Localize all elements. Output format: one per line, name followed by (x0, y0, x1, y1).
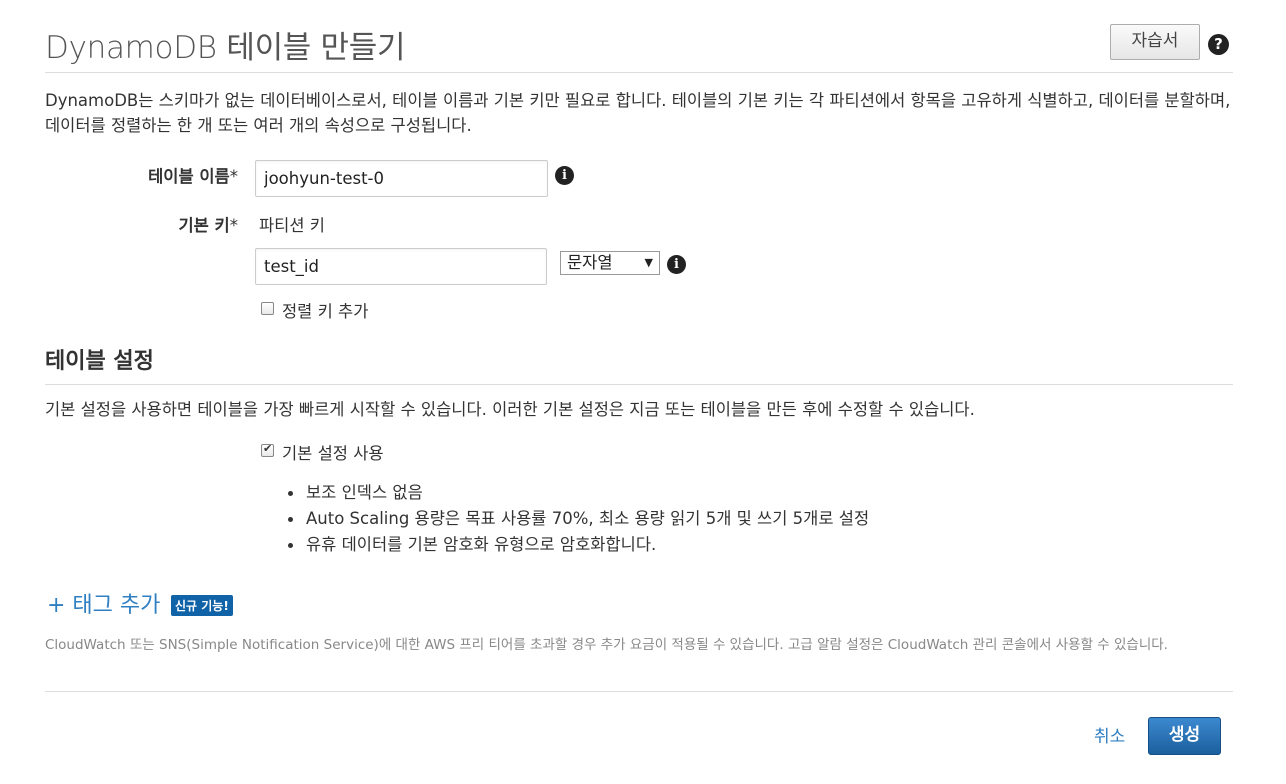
table-name-input[interactable] (255, 160, 548, 197)
intro-description: DynamoDB는 스키마가 없는 데이터베이스로서, 테이블 이름과 기본 키… (45, 91, 1231, 135)
partition-key-type-select[interactable]: 문자열 ▼ (560, 251, 660, 275)
table-settings-title: 테이블 설정 (45, 349, 154, 374)
partition-key-label: 파티션 키 (259, 216, 325, 235)
required-mark: * (229, 216, 238, 235)
partition-key-info-icon[interactable]: i (667, 255, 686, 274)
table-name-label-text: 테이블 이름 (148, 167, 230, 186)
new-feature-badge: 신규 기능! (171, 595, 233, 616)
use-default-settings-label[interactable]: 기본 설정 사용 (282, 440, 384, 464)
table-settings-description: 기본 설정을 사용하면 테이블을 가장 빠르게 시작할 수 있습니다. 이러한 … (45, 400, 975, 419)
add-sort-key-checkbox[interactable] (261, 302, 274, 315)
primary-key-label: 기본 키* (138, 212, 238, 236)
list-item: Auto Scaling 용량은 목표 사용률 70%, 최소 용량 읽기 5개… (288, 506, 869, 532)
default-settings-list: 보조 인덱스 없음 Auto Scaling 용량은 목표 사용률 70%, 최… (288, 480, 869, 558)
list-item: 유휴 데이터를 기본 암호화 유형으로 암호화합니다. (288, 532, 869, 558)
add-tag-link[interactable]: + 태그 추가 (47, 587, 160, 619)
tutorial-button[interactable]: 자습서 (1110, 24, 1200, 60)
list-item: 보조 인덱스 없음 (288, 480, 869, 506)
settings-divider (45, 384, 1233, 385)
page-title: DynamoDB 테이블 만들기 (45, 30, 406, 66)
footer-divider (45, 691, 1233, 692)
table-name-label: 테이블 이름* (138, 163, 238, 187)
required-mark: * (229, 167, 238, 186)
use-default-settings-checkbox[interactable] (261, 442, 274, 457)
table-name-info-icon[interactable]: i (555, 166, 574, 185)
add-sort-key-label[interactable]: 정렬 키 추가 (282, 298, 368, 322)
cancel-button[interactable]: 취소 (1094, 722, 1125, 747)
chevron-down-icon: ▼ (644, 256, 653, 269)
partition-key-input[interactable] (255, 248, 547, 285)
header-divider (45, 72, 1233, 73)
cloudwatch-note: CloudWatch 또는 SNS(Simple Notification Se… (45, 637, 1168, 653)
partition-key-type-value: 문자열 (567, 253, 613, 272)
primary-key-label-text: 기본 키 (178, 216, 230, 235)
help-icon[interactable]: ? (1208, 34, 1229, 55)
create-button[interactable]: 생성 (1148, 717, 1221, 755)
